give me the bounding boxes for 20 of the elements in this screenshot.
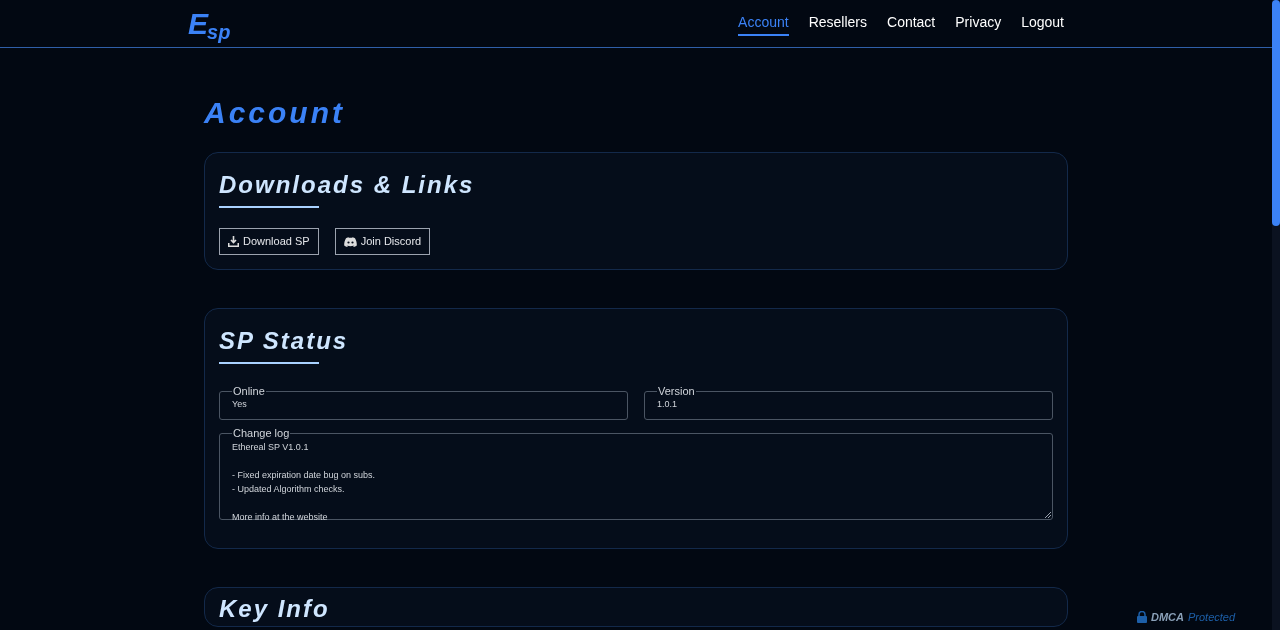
nav-link[interactable]: Account [738, 11, 789, 36]
section-heading: Key Info [219, 597, 330, 621]
page-title: Account [204, 98, 346, 128]
changelog-field[interactable]: Change log Ethereal SP V1.0.1 - Fixed expiration date bug on subs. - Updated Algorithm checks. More info at the website [219, 426, 1053, 520]
lock-icon [1137, 611, 1147, 624]
nav-link[interactable]: Resellers [808, 11, 867, 36]
badge[interactable]: DMCA Protected [1137, 609, 1236, 626]
download-button[interactable]: Download SP [219, 228, 319, 255]
section-heading: Downloads & Links [219, 173, 475, 197]
section-heading: SP Status [219, 329, 349, 353]
nav-link[interactable]: Logout [1021, 11, 1064, 36]
resize-grip-icon[interactable] [1045, 512, 1051, 518]
discord-button[interactable]: Join Discord [334, 228, 431, 255]
info-field[interactable]: Online Yes [219, 384, 628, 420]
nav-link[interactable]: Contact [887, 11, 936, 36]
download-icon [228, 236, 239, 247]
discord-icon [343, 236, 357, 247]
info-field[interactable]: Version 1.0.1 [644, 384, 1053, 420]
scrollbar[interactable] [1272, 0, 1280, 630]
nav-link[interactable]: Privacy [955, 11, 1002, 36]
